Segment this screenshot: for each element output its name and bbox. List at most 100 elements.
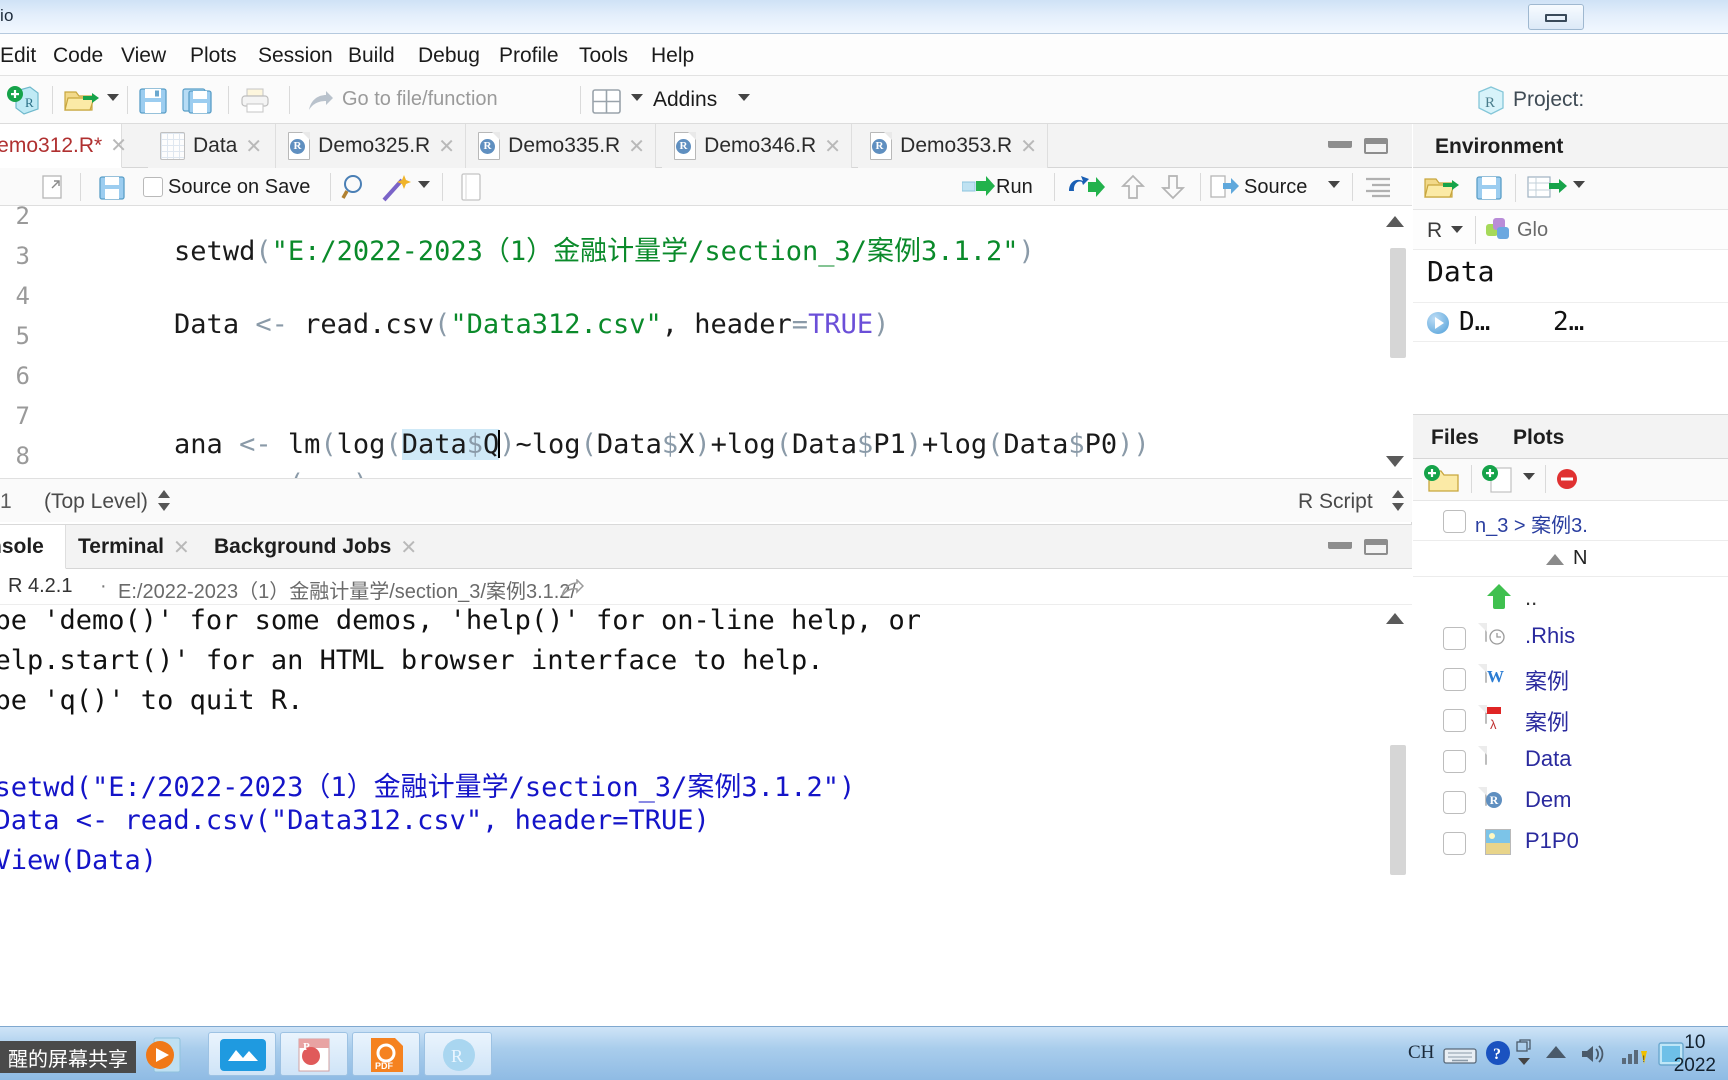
console-output[interactable]: Type 'demo()' for some demos, 'help()' f…	[0, 605, 1412, 929]
open-file-chevron-down-icon[interactable]	[107, 94, 119, 101]
tab-files[interactable]: Files	[1431, 426, 1479, 450]
show-hidden-icons-chevron-up-icon[interactable]	[1546, 1046, 1566, 1058]
code-editor[interactable]: 2 3 4 5 6 7 8 setwd("E:/2022-2023（1）金融计量…	[0, 206, 1412, 478]
save-workspace-icon[interactable]	[1475, 174, 1503, 202]
console-scroll-up-icon[interactable]	[1386, 613, 1404, 624]
popout-icon[interactable]	[40, 174, 66, 200]
source-tab-demo346[interactable]: R Demo346.R ✕	[662, 124, 852, 168]
source-up-icon[interactable]	[1120, 174, 1146, 200]
close-icon[interactable]: ✕	[173, 535, 190, 560]
language-chevron-down-icon[interactable]	[1451, 226, 1463, 233]
close-icon[interactable]: ✕	[824, 134, 841, 159]
file-row[interactable]: λ 案例	[1413, 700, 1728, 741]
file-row[interactable]: P1P0	[1413, 823, 1728, 864]
breadcrumb-path[interactable]: n_3 > 案例3.	[1475, 509, 1588, 538]
import-chevron-down-icon[interactable]	[1573, 181, 1585, 188]
addins-chevron-down-icon[interactable]	[738, 94, 750, 101]
magic-wand-icon[interactable]	[380, 173, 412, 203]
menu-item-session[interactable]: Session	[258, 44, 333, 68]
tray-expand-chevron-down-icon[interactable]	[1518, 1058, 1530, 1065]
file-type-selector[interactable]: R Script	[1298, 490, 1373, 514]
menu-item-code[interactable]: Code	[53, 44, 103, 68]
run-button[interactable]: Run	[996, 176, 1033, 199]
close-icon[interactable]: ✕	[245, 134, 262, 159]
file-row-parent[interactable]: ..	[1413, 577, 1728, 618]
taskbar-item-blue-app[interactable]	[208, 1032, 276, 1076]
keyboard-icon[interactable]	[1443, 1043, 1477, 1065]
search-icon[interactable]	[340, 173, 370, 203]
outline-icon[interactable]	[1364, 176, 1392, 198]
editor-scroll-down-icon[interactable]	[1386, 456, 1404, 467]
scope-spinner-down-icon[interactable]	[158, 503, 170, 511]
tab-background-jobs[interactable]: Background Jobs ✕	[202, 525, 422, 569]
source-tab-demo312[interactable]: R Demo312.R* ✕	[0, 124, 127, 168]
sort-ascending-icon[interactable]	[1546, 554, 1564, 565]
file-row[interactable]: .Rhis	[1413, 618, 1728, 659]
save-all-icon[interactable]	[182, 86, 214, 116]
menu-item-view[interactable]: View	[121, 44, 166, 68]
console-minimize-icon[interactable]	[1328, 539, 1352, 549]
file-row[interactable]: W 案例	[1413, 659, 1728, 700]
file-checkbox[interactable]	[1443, 709, 1466, 732]
editor-scrollbar-thumb[interactable]	[1390, 248, 1406, 358]
file-checkbox[interactable]	[1443, 750, 1466, 773]
magic-wand-chevron-down-icon[interactable]	[418, 181, 430, 188]
menu-item-profile[interactable]: Profile	[499, 44, 559, 68]
source-button[interactable]: Source	[1244, 176, 1307, 199]
source-maximize-icon[interactable]	[1364, 138, 1388, 154]
run-icon[interactable]	[961, 176, 996, 198]
system-clock[interactable]: 10 2022	[1674, 1031, 1716, 1077]
file-row[interactable]: R Dem	[1413, 782, 1728, 823]
source-tab-data[interactable]: Data ✕	[148, 124, 276, 168]
file-row[interactable]: Data	[1413, 741, 1728, 782]
rerun-icon[interactable]	[1066, 175, 1108, 199]
new-folder-icon[interactable]	[1423, 464, 1463, 496]
source-file-icon[interactable]	[1210, 175, 1240, 199]
network-icon[interactable]: !	[1620, 1041, 1648, 1067]
menu-item-build[interactable]: Build	[348, 44, 395, 68]
new-file-chevron-down-icon[interactable]	[1523, 473, 1535, 480]
help-icon[interactable]: ?	[1485, 1040, 1511, 1066]
global-environment-selector[interactable]: Glo	[1517, 219, 1548, 242]
open-directory-icon[interactable]	[560, 578, 585, 599]
menu-item-plots[interactable]: Plots	[190, 44, 237, 68]
source-on-save-checkbox[interactable]	[143, 177, 163, 197]
taskbar-item-pdf-converter[interactable]: PDF	[352, 1032, 420, 1076]
source-minimize-icon[interactable]	[1328, 138, 1352, 148]
close-icon[interactable]: ✕	[628, 134, 645, 159]
tab-environment[interactable]: Environment	[1435, 135, 1563, 159]
menu-item-edit[interactable]: Edit	[0, 44, 36, 68]
pane-layout-chevron-down-icon[interactable]	[631, 94, 643, 101]
window-minimize-button[interactable]	[1528, 4, 1584, 30]
source-chevron-down-icon[interactable]	[1328, 181, 1340, 188]
language-selector[interactable]: R	[1427, 219, 1442, 243]
input-method-indicator[interactable]: CH	[1408, 1042, 1434, 1064]
import-dataset-icon[interactable]	[1527, 174, 1567, 202]
scope-spinner-up-icon[interactable]	[158, 490, 170, 498]
pane-layout-icon[interactable]	[592, 89, 622, 115]
file-checkbox[interactable]	[1443, 627, 1466, 650]
type-spinner-down-icon[interactable]	[1392, 503, 1404, 511]
source-down-icon[interactable]	[1160, 174, 1186, 200]
console-maximize-icon[interactable]	[1364, 539, 1388, 555]
close-icon[interactable]: ✕	[1020, 134, 1037, 159]
tab-console[interactable]: Console	[0, 525, 66, 569]
type-spinner-up-icon[interactable]	[1392, 490, 1404, 498]
select-all-checkbox[interactable]	[1443, 510, 1466, 533]
file-checkbox[interactable]	[1443, 668, 1466, 691]
source-tab-demo335[interactable]: R Demo335.R ✕	[466, 124, 656, 168]
editor-scroll-up-icon[interactable]	[1386, 216, 1404, 227]
close-icon[interactable]: ✕	[400, 535, 417, 560]
expand-icon[interactable]	[1427, 312, 1449, 334]
compile-report-icon[interactable]	[460, 173, 482, 201]
print-icon[interactable]	[240, 88, 270, 114]
volume-icon[interactable]	[1580, 1041, 1608, 1067]
load-workspace-icon[interactable]	[1423, 174, 1463, 202]
file-checkbox[interactable]	[1443, 832, 1466, 855]
save-icon[interactable]	[98, 174, 126, 202]
column-name-header[interactable]: N	[1573, 547, 1587, 570]
addins-button[interactable]: Addins	[653, 88, 717, 112]
new-file-icon[interactable]: R	[6, 85, 40, 117]
taskbar-item-powerpoint[interactable]: P	[280, 1032, 348, 1076]
restore-window-icon[interactable]	[1516, 1039, 1532, 1053]
